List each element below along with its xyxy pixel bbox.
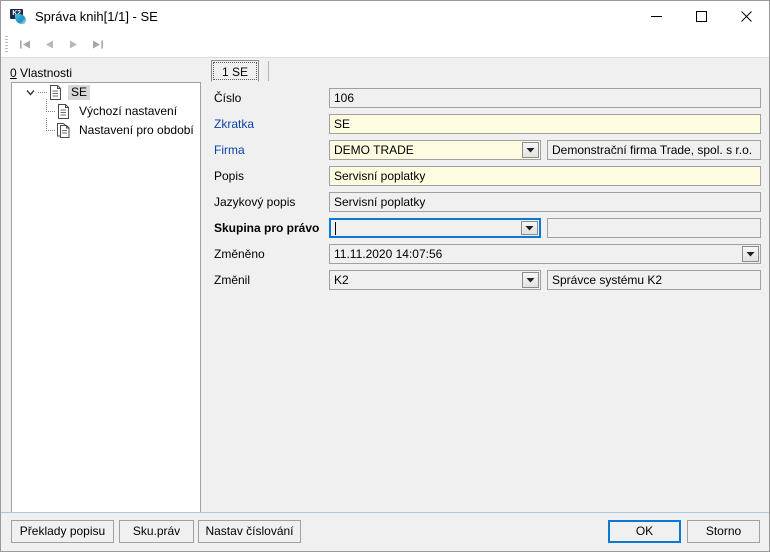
nastav-cislovani-button[interactable]: Nastav číslování (198, 520, 301, 543)
preklady-popisu-button[interactable]: Překlady popisu (11, 520, 114, 543)
chevron-down-icon[interactable] (742, 246, 759, 262)
ok-button[interactable]: OK (608, 520, 681, 543)
detail-form: Číslo 106 Zkratka SE Firma DEMO TRADE De… (211, 88, 761, 296)
tree-node-vychozi-nastaveni[interactable]: Výchozí nastavení (12, 99, 200, 121)
label-zmeneno: Změněno (214, 247, 265, 261)
input-zmenil-description[interactable]: Správce systému K2 (547, 270, 761, 290)
tree-node-label: Výchozí nastavení (79, 104, 178, 118)
book-management-window: K2 Správa knih[1/1] - SE (0, 0, 770, 552)
combo-firma-value: DEMO TRADE (334, 143, 414, 157)
label-cislo: Číslo (214, 91, 242, 105)
first-record-button[interactable] (13, 34, 37, 55)
properties-tree-label: 0 Vlastnosti (10, 66, 72, 80)
combo-zmenil[interactable]: K2 (329, 270, 541, 290)
record-navigation-toolbar (1, 32, 769, 58)
label-firma: Firma (214, 143, 245, 157)
documents-stack-icon (57, 123, 70, 138)
window-controls (634, 1, 769, 32)
tree-connector (46, 118, 56, 137)
input-jazykovy-popis[interactable]: Servisní poplatky (329, 192, 761, 212)
maximize-button[interactable] (679, 1, 724, 32)
document-icon (49, 85, 62, 100)
chevron-down-icon[interactable] (522, 142, 539, 158)
previous-record-button[interactable] (37, 34, 61, 55)
label-zkratka: Zkratka (214, 117, 255, 131)
close-button[interactable] (724, 1, 769, 32)
last-record-button[interactable] (85, 34, 109, 55)
k2-app-icon: K2 (10, 8, 27, 25)
storno-button[interactable]: Storno (687, 520, 760, 543)
combo-zmeneno-value: 11.11.2020 14:07:56 (334, 247, 443, 261)
form-row-zmenil: Změnil K2 Správce systému K2 (211, 270, 761, 290)
chevron-down-icon[interactable] (521, 221, 538, 235)
combo-zmeneno[interactable]: 11.11.2020 14:07:56 (329, 244, 761, 264)
next-record-button[interactable] (61, 34, 85, 55)
tab-1-se[interactable]: 1 SE (211, 60, 260, 82)
title-bar-left: K2 Správa knih[1/1] - SE (1, 8, 634, 25)
properties-tree[interactable]: SE Výchozí nastavení Nastavení pro obdob… (11, 82, 201, 516)
tab-strip: 1 SE (211, 60, 761, 84)
tree-connector (46, 99, 56, 118)
minimize-button[interactable] (634, 1, 679, 32)
form-row-popis: Popis Servisní poplatky (211, 166, 761, 186)
sku-prav-button[interactable]: Sku.práv (119, 520, 194, 543)
chevron-down-icon[interactable] (522, 272, 539, 288)
combo-zmenil-value: K2 (334, 273, 349, 287)
input-skupina-description[interactable] (547, 218, 761, 238)
input-popis[interactable]: Servisní poplatky (329, 166, 761, 186)
label-skupina-pro-pravo: Skupina pro právo (214, 221, 320, 235)
tree-connector (38, 86, 48, 99)
tree-node-label: Nastavení pro období (79, 123, 194, 137)
label-popis: Popis (214, 169, 245, 183)
form-row-cislo: Číslo 106 (211, 88, 761, 108)
combo-skupina-pro-pravo[interactable] (329, 218, 541, 238)
document-icon (57, 104, 70, 119)
combo-skupina-value (331, 220, 521, 236)
form-row-jazykovy-popis: Jazykový popis Servisní poplatky (211, 192, 761, 212)
combo-firma[interactable]: DEMO TRADE (329, 140, 541, 160)
input-zkratka[interactable]: SE (329, 114, 761, 134)
label-zmenil: Změnil (214, 273, 251, 287)
tree-node-nastaveni-pro-obdobi[interactable]: Nastavení pro období (12, 118, 200, 140)
title-bar: K2 Správa knih[1/1] - SE (1, 1, 769, 32)
input-firma-description[interactable]: Demonstrační firma Trade, spol. s r.o. (547, 140, 761, 160)
dialog-body: 0 Vlastnosti SE Výchozí nastavení Nastav… (1, 58, 769, 516)
tab-separator (268, 61, 270, 81)
tree-node-se[interactable]: SE (12, 83, 200, 102)
form-row-firma: Firma DEMO TRADE Demonstrační firma Trad… (211, 140, 761, 160)
label-jazykovy-popis: Jazykový popis (214, 195, 296, 209)
properties-label-text: Vlastnosti (16, 66, 73, 80)
input-cislo[interactable]: 106 (329, 88, 761, 108)
form-row-zmeneno: Změněno 11.11.2020 14:07:56 (211, 244, 761, 264)
form-row-zkratka: Zkratka SE (211, 114, 761, 134)
chevron-down-icon[interactable] (24, 86, 37, 99)
dialog-footer: Překlady popisu Sku.práv Nastav číslován… (1, 512, 769, 551)
toolbar-grip[interactable] (5, 36, 8, 53)
properties-accesskey: 0 (10, 66, 17, 80)
tree-node-label: SE (68, 85, 91, 100)
window-title: Správa knih[1/1] - SE (35, 9, 158, 24)
form-row-skupina-pro-pravo: Skupina pro právo (211, 218, 761, 238)
text-caret (335, 221, 336, 235)
